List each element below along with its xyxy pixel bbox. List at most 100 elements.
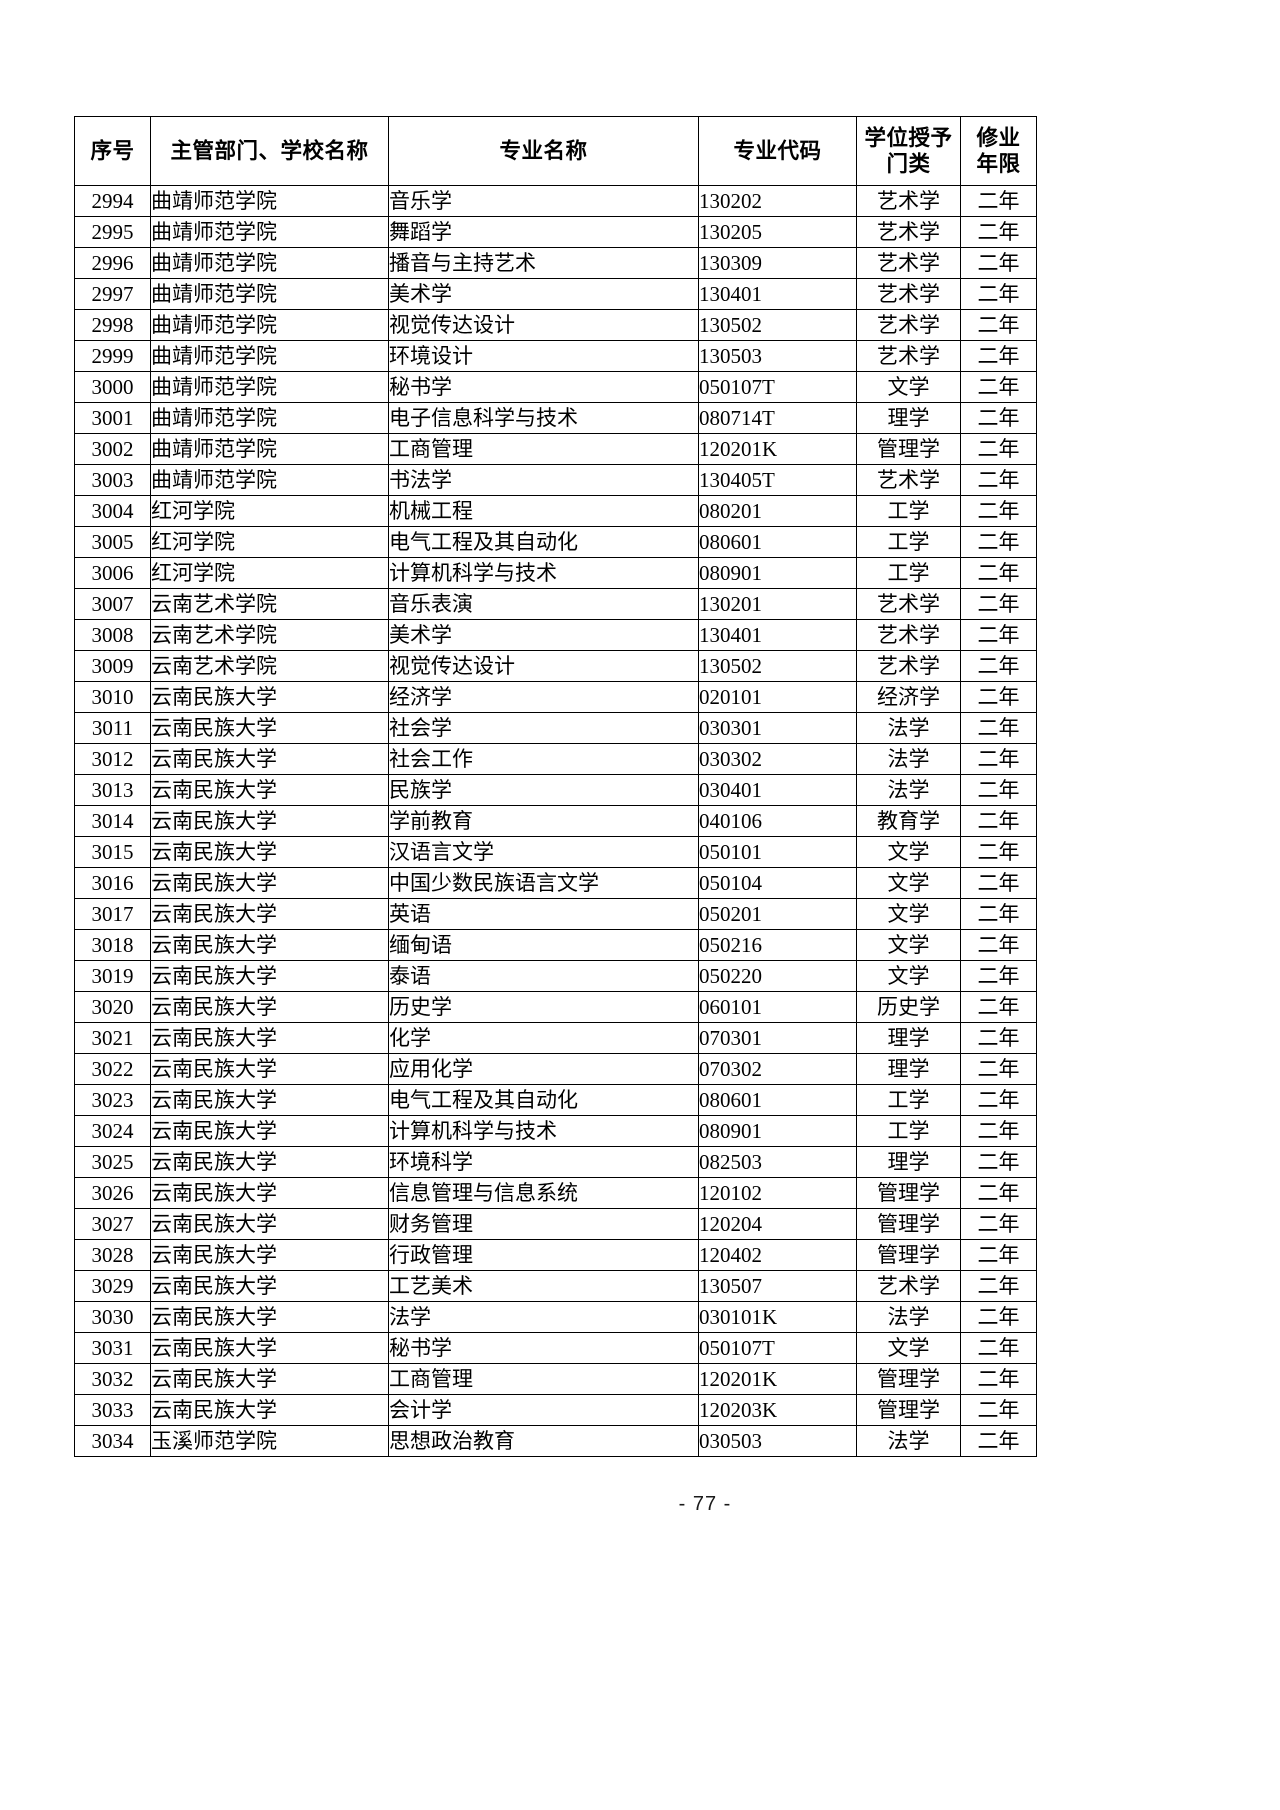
cell-school: 曲靖师范学院 <box>150 185 389 217</box>
cell-code: 050201 <box>698 898 857 930</box>
cell-degree: 管理学 <box>856 433 961 465</box>
cell-degree: 艺术学 <box>856 588 961 620</box>
table-row: 3003 曲靖师范学院 书法学 130405T 艺术学 二年 <box>74 464 1037 496</box>
cell-seq: 3000 <box>74 371 151 403</box>
cell-seq: 2995 <box>74 216 151 248</box>
cell-code: 080601 <box>698 1084 857 1116</box>
cell-degree: 管理学 <box>856 1177 961 1209</box>
table-row: 3013 云南民族大学 民族学 030401 法学 二年 <box>74 774 1037 806</box>
cell-code: 070302 <box>698 1053 857 1085</box>
cell-code: 050216 <box>698 929 857 961</box>
cell-years: 二年 <box>960 402 1037 434</box>
cell-major: 工商管理 <box>388 1363 699 1395</box>
cell-degree: 文学 <box>856 929 961 961</box>
cell-school: 云南民族大学 <box>150 836 389 868</box>
table-row: 2998 曲靖师范学院 视觉传达设计 130502 艺术学 二年 <box>74 309 1037 341</box>
cell-years: 二年 <box>960 371 1037 403</box>
cell-seq: 3013 <box>74 774 151 806</box>
table-row: 3015 云南民族大学 汉语言文学 050101 文学 二年 <box>74 836 1037 868</box>
cell-years: 二年 <box>960 1363 1037 1395</box>
cell-code: 130201 <box>698 588 857 620</box>
table-row: 3020 云南民族大学 历史学 060101 历史学 二年 <box>74 991 1037 1023</box>
cell-degree: 管理学 <box>856 1394 961 1426</box>
cell-years: 二年 <box>960 650 1037 682</box>
cell-school: 云南民族大学 <box>150 1146 389 1178</box>
cell-years: 二年 <box>960 836 1037 868</box>
table-row: 3027 云南民族大学 财务管理 120204 管理学 二年 <box>74 1208 1037 1240</box>
cell-seq: 3005 <box>74 526 151 558</box>
cell-major: 计算机科学与技术 <box>388 1115 699 1147</box>
table-row: 3001 曲靖师范学院 电子信息科学与技术 080714T 理学 二年 <box>74 402 1037 434</box>
cell-major: 历史学 <box>388 991 699 1023</box>
table-row: 3017 云南民族大学 英语 050201 文学 二年 <box>74 898 1037 930</box>
cell-seq: 3001 <box>74 402 151 434</box>
cell-school: 云南民族大学 <box>150 681 389 713</box>
cell-seq: 3011 <box>74 712 151 744</box>
table-row: 3007 云南艺术学院 音乐表演 130201 艺术学 二年 <box>74 588 1037 620</box>
cell-years: 二年 <box>960 464 1037 496</box>
cell-major: 工艺美术 <box>388 1270 699 1302</box>
cell-school: 曲靖师范学院 <box>150 464 389 496</box>
cell-seq: 3030 <box>74 1301 151 1333</box>
document-page: 序号 主管部门、学校名称 专业名称 专业代码 学位授予 门类 修业 年限 2994 曲靖师范学院… <box>0 0 1280 1810</box>
cell-school: 云南民族大学 <box>150 1084 389 1116</box>
column-header-line: 门类 <box>886 152 931 176</box>
cell-code: 130503 <box>698 340 857 372</box>
table-row: 3022 云南民族大学 应用化学 070302 理学 二年 <box>74 1053 1037 1085</box>
cell-seq: 2998 <box>74 309 151 341</box>
cell-years: 二年 <box>960 1146 1037 1178</box>
cell-major: 中国少数民族语言文学 <box>388 867 699 899</box>
cell-code: 060101 <box>698 991 857 1023</box>
cell-degree: 教育学 <box>856 805 961 837</box>
cell-seq: 3021 <box>74 1022 151 1054</box>
cell-major: 播音与主持艺术 <box>388 247 699 279</box>
table-row: 3000 曲靖师范学院 秘书学 050107T 文学 二年 <box>74 371 1037 403</box>
cell-school: 云南民族大学 <box>150 743 389 775</box>
cell-seq: 3015 <box>74 836 151 868</box>
cell-years: 二年 <box>960 588 1037 620</box>
table-row: 3002 曲靖师范学院 工商管理 120201K 管理学 二年 <box>74 433 1037 465</box>
majors-table-container: 序号 主管部门、学校名称 专业名称 专业代码 学位授予 门类 修业 年限 2994 曲靖师范学院… <box>74 116 1037 1457</box>
cell-seq: 3017 <box>74 898 151 930</box>
cell-seq: 3034 <box>74 1425 151 1457</box>
cell-seq: 2996 <box>74 247 151 279</box>
cell-degree: 文学 <box>856 960 961 992</box>
cell-school: 云南民族大学 <box>150 898 389 930</box>
cell-major: 应用化学 <box>388 1053 699 1085</box>
cell-school: 玉溪师范学院 <box>150 1425 389 1457</box>
table-row: 2999 曲靖师范学院 环境设计 130503 艺术学 二年 <box>74 340 1037 372</box>
cell-school: 红河学院 <box>150 557 389 589</box>
cell-degree: 法学 <box>856 774 961 806</box>
table-row: 3026 云南民族大学 信息管理与信息系统 120102 管理学 二年 <box>74 1177 1037 1209</box>
cell-years: 二年 <box>960 1301 1037 1333</box>
cell-major: 法学 <box>388 1301 699 1333</box>
cell-school: 红河学院 <box>150 495 389 527</box>
cell-degree: 经济学 <box>856 681 961 713</box>
cell-seq: 3029 <box>74 1270 151 1302</box>
cell-years: 二年 <box>960 774 1037 806</box>
cell-major: 舞蹈学 <box>388 216 699 248</box>
cell-degree: 管理学 <box>856 1363 961 1395</box>
column-header-major: 专业名称 <box>388 116 699 186</box>
cell-code: 030401 <box>698 774 857 806</box>
cell-degree: 艺术学 <box>856 464 961 496</box>
cell-school: 曲靖师范学院 <box>150 278 389 310</box>
cell-code: 040106 <box>698 805 857 837</box>
column-header-line: 专业名称 <box>499 138 588 163</box>
cell-major: 电气工程及其自动化 <box>388 1084 699 1116</box>
cell-code: 030101K <box>698 1301 857 1333</box>
cell-degree: 艺术学 <box>856 340 961 372</box>
cell-seq: 3033 <box>74 1394 151 1426</box>
cell-major: 环境设计 <box>388 340 699 372</box>
cell-major: 秘书学 <box>388 371 699 403</box>
cell-school: 云南民族大学 <box>150 929 389 961</box>
cell-years: 二年 <box>960 495 1037 527</box>
cell-code: 130309 <box>698 247 857 279</box>
cell-major: 会计学 <box>388 1394 699 1426</box>
table-header-row: 序号 主管部门、学校名称 专业名称 专业代码 学位授予 门类 修业 年限 <box>74 116 1037 186</box>
column-header-line: 学位授予 <box>864 125 953 150</box>
table-row: 3030 云南民族大学 法学 030101K 法学 二年 <box>74 1301 1037 1333</box>
cell-degree: 理学 <box>856 1146 961 1178</box>
cell-code: 080901 <box>698 1115 857 1147</box>
cell-years: 二年 <box>960 805 1037 837</box>
